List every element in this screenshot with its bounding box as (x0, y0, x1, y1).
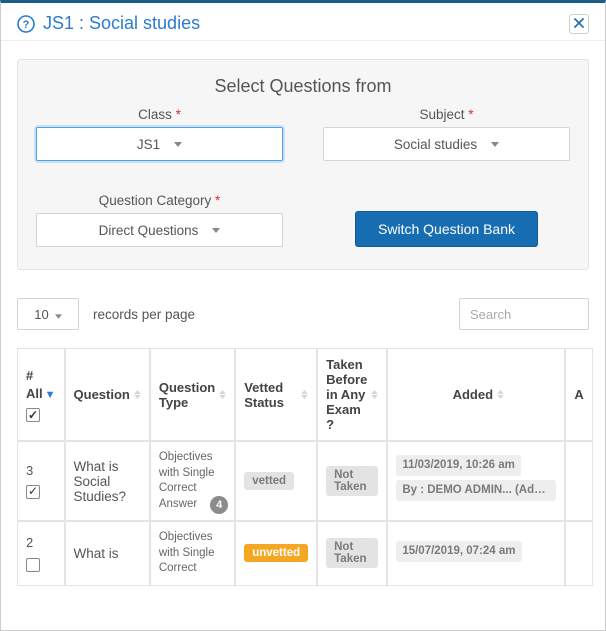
col-added[interactable]: Added (387, 348, 565, 441)
row-index-cell: 2 (17, 521, 65, 586)
added-date: 15/07/2019, 07:24 am (396, 541, 521, 562)
vetted-cell: vetted (235, 441, 317, 521)
switch-question-bank-button[interactable]: Switch Question Bank (355, 211, 538, 247)
row-checkbox[interactable] (26, 485, 40, 499)
added-date: 11/03/2019, 10:26 am (396, 455, 521, 476)
question-cell[interactable]: What is Social Studies? (65, 441, 150, 521)
modal-header: ? JS1 : Social studies (1, 3, 605, 41)
page-size-select[interactable]: 10 (17, 298, 79, 330)
col-vetted[interactable]: Vetted Status (235, 348, 317, 441)
chevron-down-icon (55, 307, 62, 322)
taken-badge: Not Taken (326, 466, 378, 496)
table-row: 2What isObjectives with Single Correct un… (17, 521, 593, 586)
row-checkbox[interactable] (26, 558, 40, 572)
filter-panel-title: Select Questions from (36, 76, 570, 97)
vetted-badge: unvetted (244, 544, 308, 562)
col-idx[interactable]: # All▼ (17, 348, 65, 441)
subject-label: Subject * (323, 107, 570, 122)
question-cell[interactable]: What is (65, 521, 150, 586)
class-select-value: JS1 (137, 137, 160, 152)
answer-count-badge: 4 (210, 496, 228, 514)
search-input[interactable] (459, 298, 589, 330)
added-cell: 15/07/2019, 07:24 am (387, 521, 565, 586)
class-select[interactable]: JS1 (36, 127, 283, 161)
col-extra[interactable]: A (565, 348, 592, 441)
help-icon[interactable]: ? (17, 15, 35, 33)
subject-select[interactable]: Social studies (323, 127, 570, 161)
chevron-down-icon (491, 142, 499, 147)
taken-cell: Not Taken (317, 521, 387, 586)
svg-text:?: ? (23, 19, 30, 31)
col-qtype[interactable]: Question Type (150, 348, 235, 441)
category-select-value: Direct Questions (99, 223, 199, 238)
taken-cell: Not Taken (317, 441, 387, 521)
table-row: 3What is Social Studies?Objectives with … (17, 441, 593, 521)
extra-cell (565, 441, 592, 521)
category-select[interactable]: Direct Questions (36, 213, 283, 247)
sort-indicator-icon: ▼ (45, 389, 56, 401)
sort-icon (497, 390, 504, 399)
sort-icon (134, 390, 141, 399)
page-size-label: records per page (93, 307, 195, 322)
row-index-cell: 3 (17, 441, 65, 521)
questions-table: # All▼ Question Question Type Ve (17, 348, 593, 586)
added-cell: 11/03/2019, 10:26 am By : DEMO ADMIN... (… (387, 441, 565, 521)
close-button[interactable] (569, 14, 589, 34)
col-question[interactable]: Question (65, 348, 150, 441)
vetted-badge: vetted (244, 472, 294, 490)
chevron-down-icon (174, 142, 182, 147)
filter-panel: Select Questions from Class * JS1 Subjec… (17, 59, 589, 270)
extra-cell (565, 521, 592, 586)
chevron-down-icon (212, 228, 220, 233)
col-taken[interactable]: Taken Before in Any Exam ? (317, 348, 387, 441)
vetted-cell: unvetted (235, 521, 317, 586)
taken-badge: Not Taken (326, 538, 378, 568)
subject-select-value: Social studies (394, 137, 477, 152)
category-label: Question Category * (36, 193, 283, 208)
page-size-value: 10 (34, 307, 48, 322)
question-type-cell: Objectives with Single Correct Answer4 (150, 441, 235, 521)
modal-title: JS1 : Social studies (43, 13, 200, 34)
sort-icon (371, 390, 378, 399)
select-all-checkbox[interactable] (26, 408, 40, 422)
question-type-cell: Objectives with Single Correct (150, 521, 235, 586)
sort-icon (301, 390, 308, 399)
sort-icon (219, 390, 226, 399)
added-by: By : DEMO ADMIN... (Admin ) (396, 480, 556, 501)
class-label: Class * (36, 107, 283, 122)
